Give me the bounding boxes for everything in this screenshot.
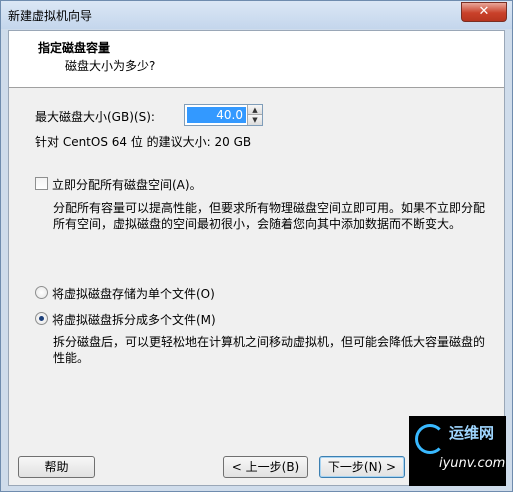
close-button[interactable]: ✕ — [461, 2, 507, 22]
spinner-up-button[interactable]: ▲ — [247, 105, 262, 115]
max-disk-size-spinner[interactable]: ▲ ▼ — [184, 104, 263, 126]
recommended-size-text: 针对 CentOS 64 位 的建议大小: 20 GB — [35, 135, 252, 149]
help-button[interactable]: 帮助 — [18, 456, 95, 478]
watermark-text-cn: 运维网 — [449, 424, 495, 442]
single-file-radio[interactable] — [35, 286, 48, 299]
site-watermark: 运维网 iyunv.com — [409, 416, 506, 486]
watermark-text-domain: iyunv.com — [439, 456, 506, 471]
single-file-label[interactable]: 将虚拟磁盘存储为单个文件(O) — [52, 285, 215, 302]
window-title: 新建虚拟机向导 — [8, 9, 93, 23]
title-bar[interactable]: 新建虚拟机向导 ✕ — [1, 1, 512, 29]
swirl-logo-icon — [415, 424, 445, 454]
next-button[interactable]: 下一步(N) > — [319, 456, 405, 478]
close-icon: ✕ — [478, 4, 490, 19]
allocate-now-checkbox[interactable] — [35, 177, 48, 190]
page-subtitle: 磁盘大小为多少? — [65, 59, 156, 73]
split-description: 拆分磁盘后，可以更轻松地在计算机之间移动虚拟机，但可能会降低大容量磁盘的性能。 — [53, 335, 486, 365]
wizard-window: 新建虚拟机向导 ✕ 指定磁盘容量 磁盘大小为多少? 最大磁盘大小(GB)(S):… — [0, 0, 513, 492]
chevron-up-icon: ▲ — [252, 106, 258, 114]
split-files-radio[interactable] — [35, 312, 48, 325]
split-files-label[interactable]: 将虚拟磁盘拆分成多个文件(M) — [52, 311, 216, 328]
allocate-now-label[interactable]: 立即分配所有磁盘空间(A)。 — [52, 176, 202, 193]
max-disk-size-input[interactable] — [187, 107, 246, 123]
max-disk-size-label: 最大磁盘大小(GB)(S): — [35, 110, 155, 124]
spinner-down-button[interactable]: ▼ — [247, 115, 262, 125]
allocate-description: 分配所有容量可以提高性能，但要求所有物理磁盘空间立即可用。如果不立即分配所有空间… — [53, 201, 486, 231]
back-button[interactable]: < 上一步(B) — [223, 456, 308, 478]
page-title: 指定磁盘容量 — [38, 41, 111, 55]
wizard-header: 指定磁盘容量 磁盘大小为多少? — [9, 31, 504, 88]
chevron-down-icon: ▼ — [252, 116, 258, 124]
